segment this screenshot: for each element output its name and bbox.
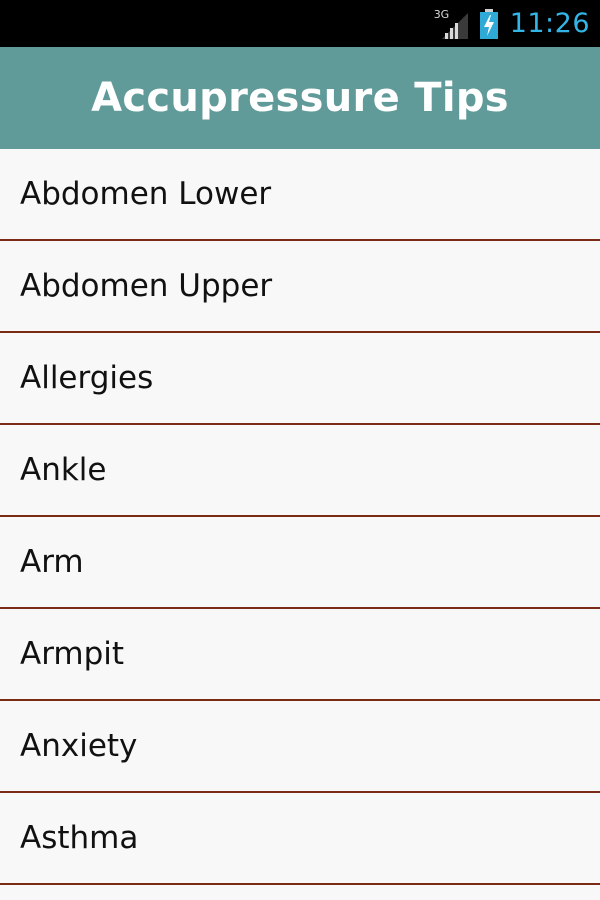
app-screen: 3G 11:26 Accupressure Tips Abdomen Lower…	[0, 0, 600, 900]
topics-list[interactable]: Abdomen Lower Abdomen Upper Allergies An…	[0, 149, 600, 885]
list-item-abdomen-lower[interactable]: Abdomen Lower	[0, 149, 600, 241]
list-item-label: Ankle	[20, 451, 107, 488]
list-item-armpit[interactable]: Armpit	[0, 609, 600, 701]
status-bar: 3G 11:26	[0, 0, 600, 47]
list-item-arm[interactable]: Arm	[0, 517, 600, 609]
list-item-abdomen-upper[interactable]: Abdomen Upper	[0, 241, 600, 333]
list-item-asthma[interactable]: Asthma	[0, 793, 600, 885]
status-clock: 11:26	[509, 8, 590, 39]
action-bar: Accupressure Tips	[0, 47, 600, 149]
list-item-label: Asthma	[20, 819, 139, 856]
status-icons: 3G 11:26	[434, 0, 590, 47]
list-item-label: Armpit	[20, 635, 125, 672]
list-item-label: Allergies	[20, 359, 154, 396]
list-item-label: Anxiety	[20, 727, 138, 764]
list-item-ankle[interactable]: Ankle	[0, 425, 600, 517]
list-item-anxiety[interactable]: Anxiety	[0, 701, 600, 793]
signal-icon: 3G	[434, 9, 468, 39]
list-item-label: Arm	[20, 543, 84, 580]
list-item-allergies[interactable]: Allergies	[0, 333, 600, 425]
battery-charging-icon	[479, 8, 498, 39]
app-title: Accupressure Tips	[91, 75, 509, 121]
list-item-label: Abdomen Lower	[20, 175, 272, 212]
list-item-label: Abdomen Upper	[20, 267, 273, 304]
